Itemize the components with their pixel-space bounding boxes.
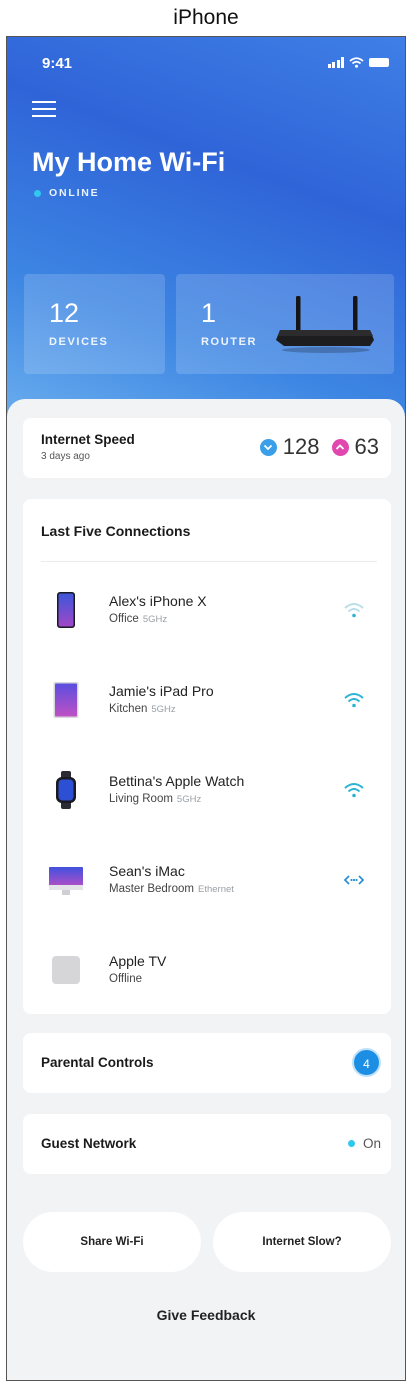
wifi-weak-icon bbox=[344, 603, 364, 618]
internet-slow-button[interactable]: Internet Slow? bbox=[213, 1212, 391, 1272]
share-wifi-button[interactable]: Share Wi-Fi bbox=[23, 1212, 201, 1272]
wifi-icon bbox=[344, 783, 364, 798]
wifi-status-icon bbox=[349, 57, 364, 68]
network-status-label: ONLINE bbox=[49, 187, 100, 199]
guest-network-status-label: On bbox=[362, 1136, 381, 1151]
parental-controls-row[interactable]: Parental Controls 4 bbox=[23, 1033, 391, 1093]
device-name: Alex's iPhone X bbox=[109, 593, 207, 609]
list-item[interactable]: Apple TV Offline bbox=[23, 941, 391, 1001]
status-bar: 9:41 bbox=[7, 55, 405, 77]
tablet-icon bbox=[53, 682, 79, 718]
guest-network-status: On bbox=[347, 1136, 381, 1151]
desktop-icon bbox=[49, 867, 83, 895]
guest-network-row[interactable]: Guest Network On bbox=[23, 1114, 391, 1174]
watch-icon bbox=[56, 771, 76, 809]
list-item[interactable]: Alex's iPhone X Office 5GHz bbox=[23, 581, 391, 641]
device-location: Office 5GHz bbox=[109, 613, 168, 625]
guest-network-title: Guest Network bbox=[41, 1136, 137, 1151]
device-name: Apple TV bbox=[109, 953, 167, 969]
last-connections-card: Last Five Connections Alex's iPhone X Of… bbox=[23, 499, 391, 1014]
header-hero: 9:41 My Home Wi-Fi ONLINE 12 DEVICES 1 R… bbox=[7, 37, 405, 437]
wifi-icon bbox=[344, 693, 364, 708]
cellular-signal-icon bbox=[327, 57, 344, 68]
devices-count: 12 bbox=[49, 298, 80, 328]
ethernet-icon bbox=[343, 875, 365, 885]
divider bbox=[41, 561, 377, 562]
download-arrow-icon bbox=[259, 438, 277, 456]
device-location: Offline bbox=[109, 973, 143, 985]
online-dot-icon bbox=[34, 189, 41, 197]
phone-frame: 9:41 My Home Wi-Fi ONLINE 12 DEVICES 1 R… bbox=[6, 36, 406, 1381]
connections-title: Last Five Connections bbox=[41, 523, 191, 539]
device-location: Living Room 5GHz bbox=[109, 793, 202, 805]
device-name: Jamie's iPad Pro bbox=[109, 683, 214, 699]
router-label: ROUTER bbox=[201, 336, 258, 348]
router-count: 1 bbox=[201, 298, 217, 328]
parental-controls-title: Parental Controls bbox=[41, 1055, 154, 1070]
network-status: ONLINE bbox=[34, 187, 99, 199]
status-icons bbox=[327, 57, 389, 68]
download-speed: 128 bbox=[282, 434, 320, 459]
give-feedback-link[interactable]: Give Feedback bbox=[7, 1307, 405, 1323]
internet-speed-title: Internet Speed bbox=[41, 432, 135, 447]
speed-values: 128 63 bbox=[259, 434, 379, 460]
devices-tile[interactable]: 12 DEVICES bbox=[24, 274, 165, 374]
network-title: My Home Wi-Fi bbox=[32, 147, 226, 177]
device-location: Master Bedroom Ethernet bbox=[109, 883, 234, 895]
phone-icon bbox=[57, 592, 75, 628]
device-caption: iPhone bbox=[173, 6, 239, 29]
hamburger-menu-icon[interactable] bbox=[32, 101, 56, 119]
list-item[interactable]: Jamie's iPad Pro Kitchen 5GHz bbox=[23, 671, 391, 731]
device-name: Sean's iMac bbox=[109, 863, 185, 879]
device-location: Kitchen 5GHz bbox=[109, 703, 176, 715]
device-name: Bettina's Apple Watch bbox=[109, 773, 245, 789]
parental-controls-badge: 4 bbox=[352, 1048, 381, 1077]
list-item[interactable]: Sean's iMac Master Bedroom Ethernet bbox=[23, 851, 391, 911]
devices-label: DEVICES bbox=[49, 336, 109, 348]
upload-arrow-icon bbox=[331, 438, 349, 456]
internet-speed-timestamp: 3 days ago bbox=[41, 451, 90, 462]
list-item[interactable]: Bettina's Apple Watch Living Room 5GHz bbox=[23, 761, 391, 821]
upload-speed: 63 bbox=[354, 434, 379, 459]
status-dot-icon bbox=[347, 1140, 355, 1147]
status-time: 9:41 bbox=[42, 55, 73, 72]
tv-box-icon bbox=[52, 956, 80, 984]
battery-icon bbox=[369, 58, 389, 67]
router-tile[interactable]: 1 ROUTER bbox=[176, 274, 394, 374]
internet-speed-card[interactable]: Internet Speed 3 days ago 128 63 bbox=[23, 418, 391, 478]
router-image bbox=[276, 296, 374, 353]
